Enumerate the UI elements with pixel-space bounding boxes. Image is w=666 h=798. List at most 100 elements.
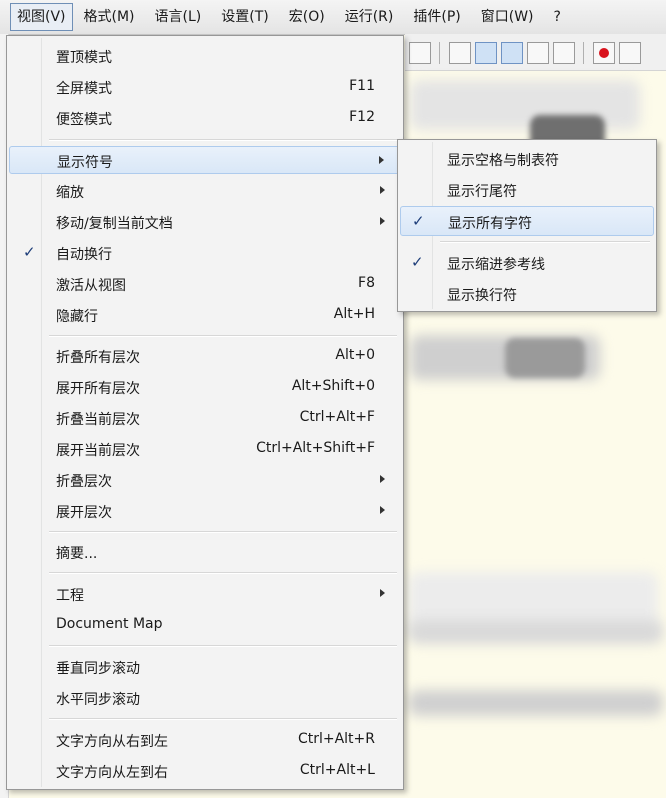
- view-menu: 置顶模式 全屏模式 F11 便签模式 F12 显示符号 缩放 移动/复制当前文档…: [6, 35, 404, 790]
- menu-item-always-on-top[interactable]: 置顶模式: [9, 42, 401, 70]
- menu-item-fold-current[interactable]: 折叠当前层次 Ctrl+Alt+F: [9, 404, 401, 432]
- menu-item-fold-level[interactable]: 折叠层次: [9, 466, 401, 494]
- menu-item-sync-vertical-scroll[interactable]: 垂直同步滚动: [9, 653, 401, 681]
- menu-item-label: Document Map: [56, 616, 163, 632]
- shortcut-label: F8: [358, 275, 375, 291]
- menu-item-label: 展开所有层次: [56, 381, 140, 397]
- menu-separator: [49, 335, 397, 337]
- submenu-item-show-eol[interactable]: 显示行尾符: [400, 175, 654, 205]
- menu-help[interactable]: ?: [545, 4, 570, 30]
- menu-bar: 视图(V) 格式(M) 语言(L) 设置(T) 宏(O) 运行(R) 插件(P)…: [0, 0, 666, 35]
- indent-guide-icon[interactable]: [501, 42, 523, 64]
- menu-item-word-wrap[interactable]: ✓ 自动换行: [9, 239, 401, 267]
- toolbar-separator: [439, 42, 440, 64]
- folder-icon[interactable]: [527, 42, 549, 64]
- menu-item-label: 移动/复制当前文档: [56, 216, 173, 232]
- menu-item-unfold-all[interactable]: 展开所有层次 Alt+Shift+0: [9, 373, 401, 401]
- menu-item-label: 水平同步滚动: [56, 692, 140, 708]
- menu-separator: [49, 718, 397, 720]
- menu-item-label: 显示所有字符: [448, 216, 532, 232]
- shortcut-label: Alt+H: [333, 306, 375, 322]
- menu-item-unfold-current[interactable]: 展开当前层次 Ctrl+Alt+Shift+F: [9, 435, 401, 463]
- shortcut-label: Ctrl+Alt+F: [299, 409, 375, 425]
- blurred-content: [410, 80, 640, 130]
- menu-item-project[interactable]: 工程: [9, 580, 401, 608]
- menu-settings[interactable]: 设置(T): [212, 4, 277, 30]
- submenu-arrow-icon: [380, 186, 385, 194]
- menu-item-label: 折叠所有层次: [56, 350, 140, 366]
- menu-run[interactable]: 运行(R): [336, 4, 403, 30]
- menu-item-show-symbol[interactable]: 显示符号: [9, 146, 401, 174]
- show-symbol-submenu: 显示空格与制表符 显示行尾符 ✓ 显示所有字符 ✓ 显示缩进参考线 显示换行符: [397, 139, 657, 312]
- shortcut-label: Alt+Shift+0: [291, 378, 375, 394]
- show-all-chars-icon[interactable]: [475, 42, 497, 64]
- menu-separator: [49, 645, 397, 647]
- menu-item-fold-all[interactable]: 折叠所有层次 Alt+0: [9, 342, 401, 370]
- submenu-arrow-icon: [380, 217, 385, 225]
- shortcut-label: F12: [349, 109, 375, 125]
- menu-item-label: 文字方向从左到右: [56, 765, 168, 781]
- menu-item-label: 展开层次: [56, 505, 112, 521]
- check-icon: ✓: [23, 243, 36, 261]
- menu-item-label: 折叠层次: [56, 474, 112, 490]
- menu-item-text-rtl[interactable]: 文字方向从右到左 Ctrl+Alt+R: [9, 726, 401, 754]
- stop-macro-icon[interactable]: [619, 42, 641, 64]
- submenu-arrow-icon: [380, 475, 385, 483]
- submenu-arrow-icon: [380, 506, 385, 514]
- menu-item-post-it[interactable]: 便签模式 F12: [9, 104, 401, 132]
- menu-format[interactable]: 格式(M): [75, 4, 144, 30]
- menu-item-sync-horizontal-scroll[interactable]: 水平同步滚动: [9, 684, 401, 712]
- menu-item-summary[interactable]: 摘要...: [9, 538, 401, 566]
- menu-item-label: 折叠当前层次: [56, 412, 140, 428]
- menu-item-label: 文字方向从右到左: [56, 734, 168, 750]
- menu-macro[interactable]: 宏(O): [280, 4, 334, 30]
- record-macro-icon[interactable]: [593, 42, 615, 64]
- menu-separator: [49, 139, 397, 141]
- menu-item-move-clone-document[interactable]: 移动/复制当前文档: [9, 208, 401, 236]
- toolbar-separator: [583, 42, 584, 64]
- menu-item-label: 垂直同步滚动: [56, 661, 140, 677]
- menu-item-label: 激活从视图: [56, 278, 126, 294]
- check-icon: ✓: [412, 212, 425, 230]
- menu-item-zoom[interactable]: 缩放: [9, 177, 401, 205]
- menu-plugins[interactable]: 插件(P): [404, 4, 469, 30]
- shortcut-label: Ctrl+Alt+R: [297, 731, 375, 747]
- menu-item-label: 显示空格与制表符: [447, 153, 559, 169]
- menu-separator: [49, 572, 397, 574]
- menu-item-label: 缩放: [56, 185, 84, 201]
- menu-window[interactable]: 窗口(W): [472, 4, 543, 30]
- blurred-content: [408, 690, 663, 716]
- shortcut-label: Ctrl+Alt+Shift+F: [256, 440, 375, 456]
- menu-item-label: 显示缩进参考线: [447, 257, 545, 273]
- menu-item-unfold-level[interactable]: 展开层次: [9, 497, 401, 525]
- menu-item-hide-lines[interactable]: 隐藏行 Alt+H: [9, 301, 401, 329]
- menu-item-label: 摘要...: [56, 546, 98, 562]
- doc-map-icon[interactable]: [553, 42, 575, 64]
- menu-language[interactable]: 语言(L): [146, 4, 211, 30]
- menu-item-label: 展开当前层次: [56, 443, 140, 459]
- menu-item-focus-other-view[interactable]: 激活从视图 F8: [9, 270, 401, 298]
- menu-item-text-ltr[interactable]: 文字方向从左到右 Ctrl+Alt+L: [9, 757, 401, 785]
- word-wrap-icon[interactable]: [449, 42, 471, 64]
- submenu-item-show-all-characters[interactable]: ✓ 显示所有字符: [400, 206, 654, 236]
- blurred-content: [408, 620, 663, 644]
- menu-item-label: 显示换行符: [447, 288, 517, 304]
- menu-item-fullscreen[interactable]: 全屏模式 F11: [9, 73, 401, 101]
- menu-item-label: 便签模式: [56, 112, 112, 128]
- toolbar: [405, 34, 666, 71]
- submenu-item-show-wrap-symbol[interactable]: 显示换行符: [400, 279, 654, 309]
- menu-item-label: 显示行尾符: [447, 184, 517, 200]
- menu-item-label: 置顶模式: [56, 50, 112, 66]
- document-icon[interactable]: [409, 42, 431, 64]
- menu-view[interactable]: 视图(V): [10, 3, 73, 31]
- check-icon: ✓: [411, 253, 424, 271]
- menu-item-label: 显示符号: [57, 155, 113, 171]
- submenu-item-show-indent-guide[interactable]: ✓ 显示缩进参考线: [400, 248, 654, 278]
- blurred-content: [505, 338, 585, 378]
- submenu-item-show-whitespace-tab[interactable]: 显示空格与制表符: [400, 144, 654, 174]
- submenu-arrow-icon: [380, 589, 385, 597]
- menu-item-document-map[interactable]: Document Map: [9, 611, 401, 639]
- menu-item-label: 全屏模式: [56, 81, 112, 97]
- shortcut-label: F11: [349, 78, 375, 94]
- menu-item-label: 隐藏行: [56, 309, 98, 325]
